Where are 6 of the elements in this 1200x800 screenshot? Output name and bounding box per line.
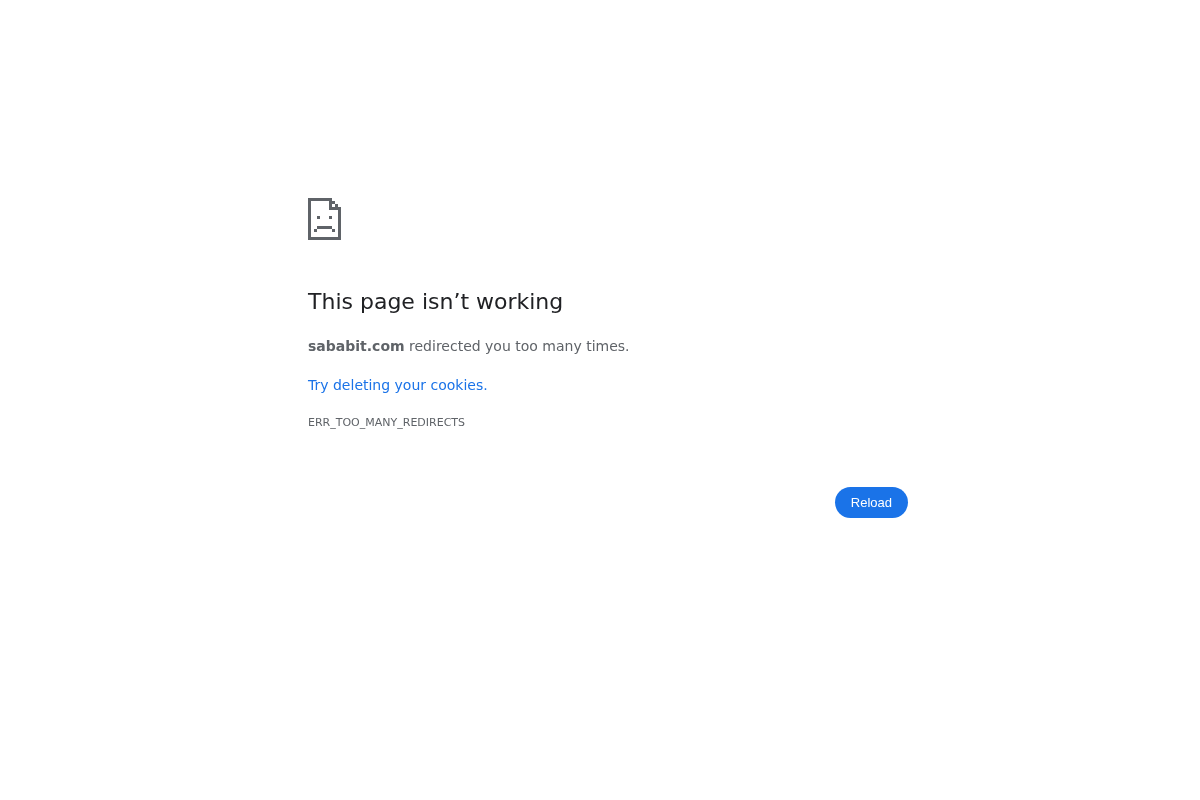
error-heading: This page isn’t working [308,289,564,315]
sad-page-icon [308,198,341,240]
reload-button[interactable]: Reload [834,487,908,518]
error-message: sababit.com redirected you too many times. [308,337,630,356]
error-code: ERR_TOO_MANY_REDIRECTS [308,415,466,431]
delete-cookies-link[interactable]: Try deleting your cookies. [308,375,488,395]
